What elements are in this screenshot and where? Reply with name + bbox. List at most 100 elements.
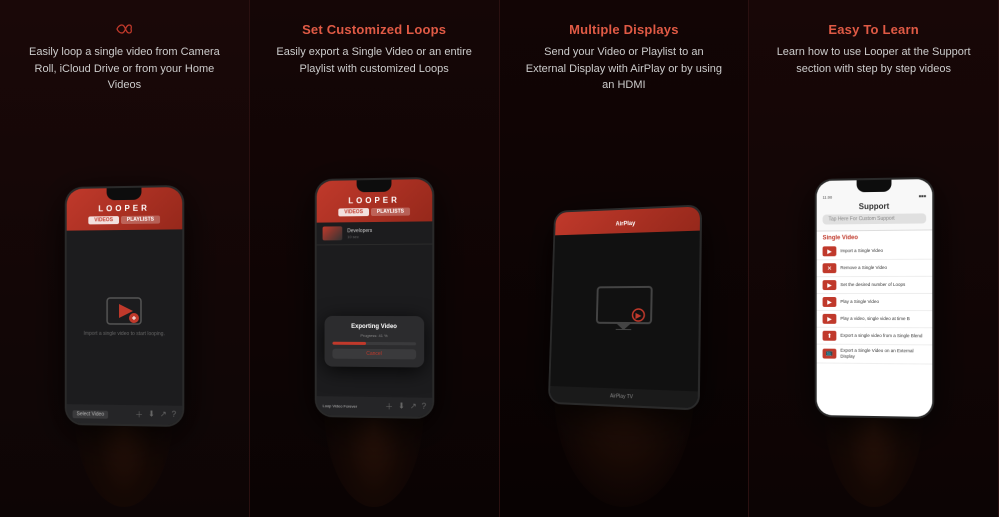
display-title-3: AirPlay <box>561 219 694 230</box>
help-icon-1[interactable]: ? <box>172 410 177 421</box>
phone-4: 11:00 ■■■ Support Tap Here For Custom Su… <box>814 178 934 418</box>
list-item-2: Developers 10 sec <box>317 221 433 245</box>
panel-4-desc: Learn how to use Looper at the Support s… <box>774 44 974 77</box>
phone-scene-2: LOOPER VIDEOS PLAYLISTS Developers 10 se… <box>262 89 487 507</box>
icon-4-1: ✕ <box>822 263 836 273</box>
tab-videos-1[interactable]: VIDEOS <box>89 216 120 224</box>
download-icon-2[interactable]: ⬇ <box>398 401 405 412</box>
search-placeholder-4: Tap Here For Custom Support <box>828 216 894 223</box>
phone-device-4: 11:00 ■■■ Support Tap Here For Custom Su… <box>814 177 934 419</box>
list-item-4-0[interactable]: ▶ Import a Single Video <box>816 243 932 261</box>
item-text-4-3: Play a Single Video <box>840 299 879 305</box>
app-footer-2: Loop Video Forever ＋ ⬇ ↗ ? <box>317 396 433 417</box>
panel-4: Easy To Learn Learn how to use Looper at… <box>749 0 999 517</box>
panel-1-desc: Easily loop a single video from Camera R… <box>24 44 224 94</box>
app-body-1: Import a single video to start looping. <box>67 230 183 406</box>
item-text-4-2: Set the desired number of Loops <box>840 282 905 288</box>
icon-4-2: ▶ <box>822 280 836 290</box>
phone-device-1: LOOPER VIDEOS PLAYLISTS <box>65 185 185 427</box>
app-tabs-2: VIDEOS PLAYLISTS <box>323 207 427 216</box>
support-title: Support <box>822 201 926 211</box>
app-tabs-1: VIDEOS PLAYLISTS <box>73 216 177 225</box>
status-bar-4: 11:00 ■■■ <box>822 193 926 200</box>
share-icon-2[interactable]: ↗ <box>410 402 417 413</box>
phone-scene-1: LOOPER VIDEOS PLAYLISTS <box>12 106 237 508</box>
phone-scene-4: 11:00 ■■■ Support Tap Here For Custom Su… <box>761 89 986 507</box>
search-bar-4[interactable]: Tap Here For Custom Support <box>822 213 926 224</box>
list-item-4-4[interactable]: ▶ Play a video, single video at time B <box>816 311 932 328</box>
list-item-4-6[interactable]: 📺 Export a Single Video on an External D… <box>816 345 932 365</box>
item-text-4-4: Play a video, single video at time B <box>840 316 910 322</box>
app-screen-4: 11:00 ■■■ Support Tap Here For Custom Su… <box>816 179 932 417</box>
screen-4: 11:00 ■■■ Support Tap Here For Custom Su… <box>816 179 932 417</box>
phone-device-2: LOOPER VIDEOS PLAYLISTS Developers 10 se… <box>315 177 435 419</box>
icon-4-4: ▶ <box>822 314 836 324</box>
phone-1: LOOPER VIDEOS PLAYLISTS <box>64 186 184 426</box>
phone-3: AirPlay ▶ <box>546 206 701 406</box>
item-name-2: Developers <box>347 228 372 234</box>
list-item-4-5[interactable]: ⬆ Export a single video from a Single Bl… <box>816 328 932 346</box>
panel-2-title: Set Customized Loops <box>302 22 446 37</box>
app-logo-1: LOOPER <box>73 203 177 213</box>
panel-3-title: Multiple Displays <box>569 22 679 37</box>
thumb-2 <box>323 226 343 240</box>
notch-1 <box>107 188 142 201</box>
tab-playlists-2[interactable]: PLAYLISTS <box>371 208 410 217</box>
tab-videos-2[interactable]: VIDEOS <box>338 208 369 216</box>
airplay-label: AirPlay TV <box>555 391 693 403</box>
loop-label: Loop Video Forever <box>323 403 358 409</box>
export-title: Exporting Video <box>333 324 417 330</box>
import-text-1: Import a single video to start looping. <box>84 331 165 339</box>
add-icon-1[interactable]: ＋ <box>135 409 143 420</box>
icon-4-3: ▶ <box>822 297 836 307</box>
item-info-2: Developers 10 sec <box>347 228 372 239</box>
item-text-4-1: Remove a Single Video <box>840 265 887 271</box>
display-icon: ▶ <box>595 285 654 336</box>
app-body-3: ▶ <box>551 231 701 392</box>
app-body-2: Developers 10 sec Exporting Video Progre… <box>317 221 433 397</box>
screen-3: AirPlay ▶ <box>550 207 700 409</box>
panel-2: Set Customized Loops Easily export a Sin… <box>250 0 500 517</box>
item-duration-2: 10 sec <box>347 234 372 239</box>
list-item-4-3[interactable]: ▶ Play a Single Video <box>816 294 932 311</box>
panel-3-desc: Send your Video or Playlist to an Extern… <box>524 44 724 94</box>
app-footer-1: Select Video ＋ ⬇ ↗ ? <box>67 404 183 425</box>
panel-2-desc: Easily export a Single Video or an entir… <box>274 44 474 77</box>
icon-4-6: 📺 <box>822 348 836 358</box>
share-icon-1[interactable]: ↗ <box>160 410 167 421</box>
panel-4-title: Easy To Learn <box>828 22 919 37</box>
infinity-icon <box>110 22 138 36</box>
download-icon-1[interactable]: ⬇ <box>149 410 156 421</box>
panel-3: Multiple Displays Send your Video or Pla… <box>500 0 750 517</box>
section-title-4: Single Video <box>816 230 932 243</box>
progress-bar <box>333 342 417 346</box>
footer-nav-1: ＋ ⬇ ↗ ? <box>135 409 176 421</box>
list-item-4-1[interactable]: ✕ Remove a Single Video <box>816 260 932 277</box>
progress-fill <box>333 342 366 345</box>
notch-2 <box>357 180 392 193</box>
select-video-btn[interactable]: Select Video <box>73 410 108 419</box>
screen-2: LOOPER VIDEOS PLAYLISTS Developers 10 se… <box>317 179 433 417</box>
export-progress: Progress: 41 % <box>333 333 417 338</box>
cancel-button[interactable]: Cancel <box>333 349 417 360</box>
time-4: 11:00 <box>822 195 832 200</box>
tab-playlists-1[interactable]: PLAYLISTS <box>121 216 160 225</box>
screen-1: LOOPER VIDEOS PLAYLISTS <box>67 187 183 425</box>
app-logo-2: LOOPER <box>323 195 427 205</box>
phone-scene-3: AirPlay ▶ <box>512 106 737 508</box>
phone-2: LOOPER VIDEOS PLAYLISTS Developers 10 se… <box>314 178 434 418</box>
app-body-4: Single Video ▶ Import a Single Video ✕ R… <box>816 230 932 417</box>
footer-nav-2: ＋ ⬇ ↗ ? <box>385 401 426 413</box>
list-item-4-2[interactable]: ▶ Set the desired number of Loops <box>816 277 932 294</box>
panel-1: Easily loop a single video from Camera R… <box>0 0 250 517</box>
item-text-4-6: Export a Single Video on an External Dis… <box>840 348 926 360</box>
help-icon-2[interactable]: ? <box>422 402 427 413</box>
export-modal: Exporting Video Progress: 41 % Cancel <box>325 316 425 368</box>
play-icon-1 <box>106 297 142 325</box>
phone-device-3: AirPlay ▶ <box>548 205 702 411</box>
icon-4-0: ▶ <box>822 246 836 256</box>
notch-4 <box>856 180 891 193</box>
add-icon-2[interactable]: ＋ <box>385 401 393 412</box>
item-text-4-5: Export a single video from a Single Blen… <box>840 333 922 339</box>
battery-4: ■■■ <box>918 193 925 198</box>
